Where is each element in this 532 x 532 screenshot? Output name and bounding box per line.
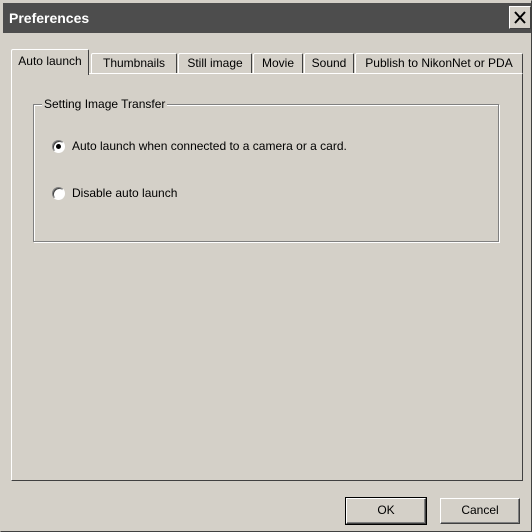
- cancel-button[interactable]: Cancel: [440, 498, 520, 524]
- disable-auto-launch-radio[interactable]: [52, 186, 65, 200]
- close-button[interactable]: [509, 6, 531, 29]
- ok-button[interactable]: OK: [345, 497, 427, 525]
- auto-launch-option[interactable]: Auto launch when connected to a camera o…: [52, 138, 347, 154]
- disable-auto-launch-option[interactable]: Disable auto launch: [52, 185, 177, 201]
- setting-image-transfer-group: Setting Image Transfer Auto launch when …: [33, 97, 499, 242]
- auto-launch-radio[interactable]: [52, 139, 65, 153]
- tab-panel-auto-launch: Setting Image Transfer Auto launch when …: [11, 73, 523, 481]
- title-bar[interactable]: Preferences: [3, 3, 531, 33]
- tab-publish[interactable]: Publish to NikonNet or PDA: [355, 53, 523, 73]
- tab-sound[interactable]: Sound: [304, 53, 354, 73]
- group-title: Setting Image Transfer: [42, 97, 168, 111]
- tab-strip: Auto launch Thumbnails Still image Movie…: [11, 49, 523, 75]
- tab-movie[interactable]: Movie: [253, 53, 303, 73]
- window-title: Preferences: [9, 10, 90, 26]
- auto-launch-label[interactable]: Auto launch when connected to a camera o…: [72, 139, 347, 153]
- disable-auto-launch-label[interactable]: Disable auto launch: [72, 186, 177, 200]
- preferences-dialog: Preferences Auto launch Thumbnails Still…: [0, 0, 532, 532]
- tab-auto-launch[interactable]: Auto launch: [11, 49, 89, 75]
- tab-thumbnails[interactable]: Thumbnails: [91, 53, 177, 73]
- tab-still-image[interactable]: Still image: [178, 53, 252, 73]
